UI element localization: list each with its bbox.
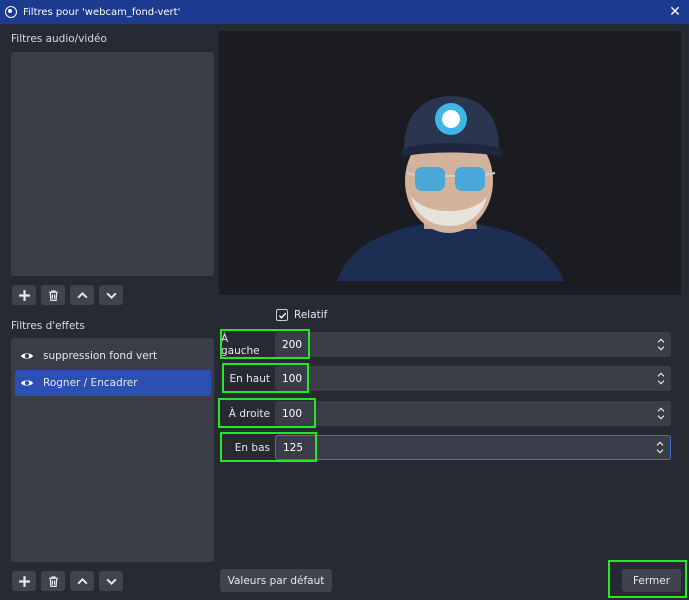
spin-up-icon[interactable]	[656, 441, 664, 446]
remove-audio-filter-button[interactable]	[41, 285, 65, 305]
spin-up-icon[interactable]	[657, 338, 665, 343]
title-bar: Filtres pour 'webcam_fond-vert' ✕	[0, 0, 689, 24]
crop-left-label: À gauche	[221, 332, 260, 357]
spin-up-icon[interactable]	[657, 407, 665, 412]
crop-top-label: En haut	[229, 372, 271, 385]
chevron-up-icon	[76, 577, 88, 584]
spin-down-icon[interactable]	[657, 415, 665, 420]
obs-app-icon	[5, 6, 17, 18]
eye-icon[interactable]	[20, 351, 34, 361]
spin-down-icon[interactable]	[657, 346, 665, 351]
crop-bottom-label: En bas	[234, 441, 270, 454]
crop-top-row: En haut 100	[221, 366, 671, 391]
window-title: Filtres pour 'webcam_fond-vert'	[23, 6, 181, 18]
relative-checkbox[interactable]	[276, 309, 288, 321]
crop-right-row: À droite 100	[221, 401, 671, 426]
crop-top-value[interactable]: 100	[275, 373, 654, 385]
effect-item-chroma-key[interactable]: suppression fond vert	[15, 343, 211, 369]
move-audio-filter-up-button[interactable]	[70, 285, 94, 305]
crop-left-spinbox[interactable]: 200	[275, 332, 671, 357]
move-audio-filter-down-button[interactable]	[99, 285, 123, 305]
audio-video-toolbar	[12, 285, 123, 305]
spin-down-icon[interactable]	[656, 449, 664, 454]
crop-left-value[interactable]: 200	[275, 339, 654, 351]
crop-right-spinbox[interactable]: 100	[275, 401, 671, 426]
crop-bottom-spinbox[interactable]: 125	[275, 435, 671, 460]
relative-label: Relatif	[294, 309, 328, 321]
spin-up-icon[interactable]	[657, 372, 665, 377]
effect-item-label: suppression fond vert	[43, 350, 158, 362]
add-effect-filter-button[interactable]	[12, 571, 36, 591]
crop-right-value[interactable]: 100	[275, 408, 654, 420]
effect-item-label: Rogner / Encadrer	[43, 377, 138, 389]
trash-icon	[48, 289, 58, 301]
crop-bottom-row: En bas 125	[221, 435, 671, 460]
chevron-up-icon	[76, 291, 88, 298]
close-icon[interactable]: ✕	[661, 0, 689, 24]
checkmark-icon	[278, 312, 286, 319]
add-audio-filter-button[interactable]	[12, 285, 36, 305]
source-preview	[219, 31, 681, 295]
effect-toolbar	[12, 571, 123, 591]
move-effect-filter-up-button[interactable]	[70, 571, 94, 591]
webcam-preview-image	[219, 31, 681, 295]
crop-left-row: À gauche 200	[221, 332, 671, 357]
relative-checkbox-row[interactable]: Relatif	[276, 309, 327, 321]
annotation-highlight-close	[608, 560, 687, 598]
plus-icon	[18, 575, 30, 587]
effect-item-crop-pad[interactable]: Rogner / Encadrer	[15, 370, 211, 396]
chevron-down-icon	[105, 578, 117, 585]
plus-icon	[18, 289, 30, 301]
audio-video-filters-label: Filtres audio/vidéo	[11, 33, 107, 45]
defaults-button[interactable]: Valeurs par défaut	[220, 569, 332, 592]
eye-icon[interactable]	[20, 378, 34, 388]
effect-filters-label: Filtres d'effets	[11, 320, 85, 332]
crop-top-spinbox[interactable]: 100	[275, 366, 671, 391]
chevron-down-icon	[105, 292, 117, 299]
move-effect-filter-down-button[interactable]	[99, 571, 123, 591]
trash-icon	[48, 575, 58, 587]
remove-effect-filter-button[interactable]	[41, 571, 65, 591]
audio-video-filters-list[interactable]	[11, 52, 214, 276]
crop-bottom-value[interactable]: 125	[276, 442, 653, 454]
spin-down-icon[interactable]	[657, 380, 665, 385]
crop-right-label: À droite	[228, 407, 270, 420]
